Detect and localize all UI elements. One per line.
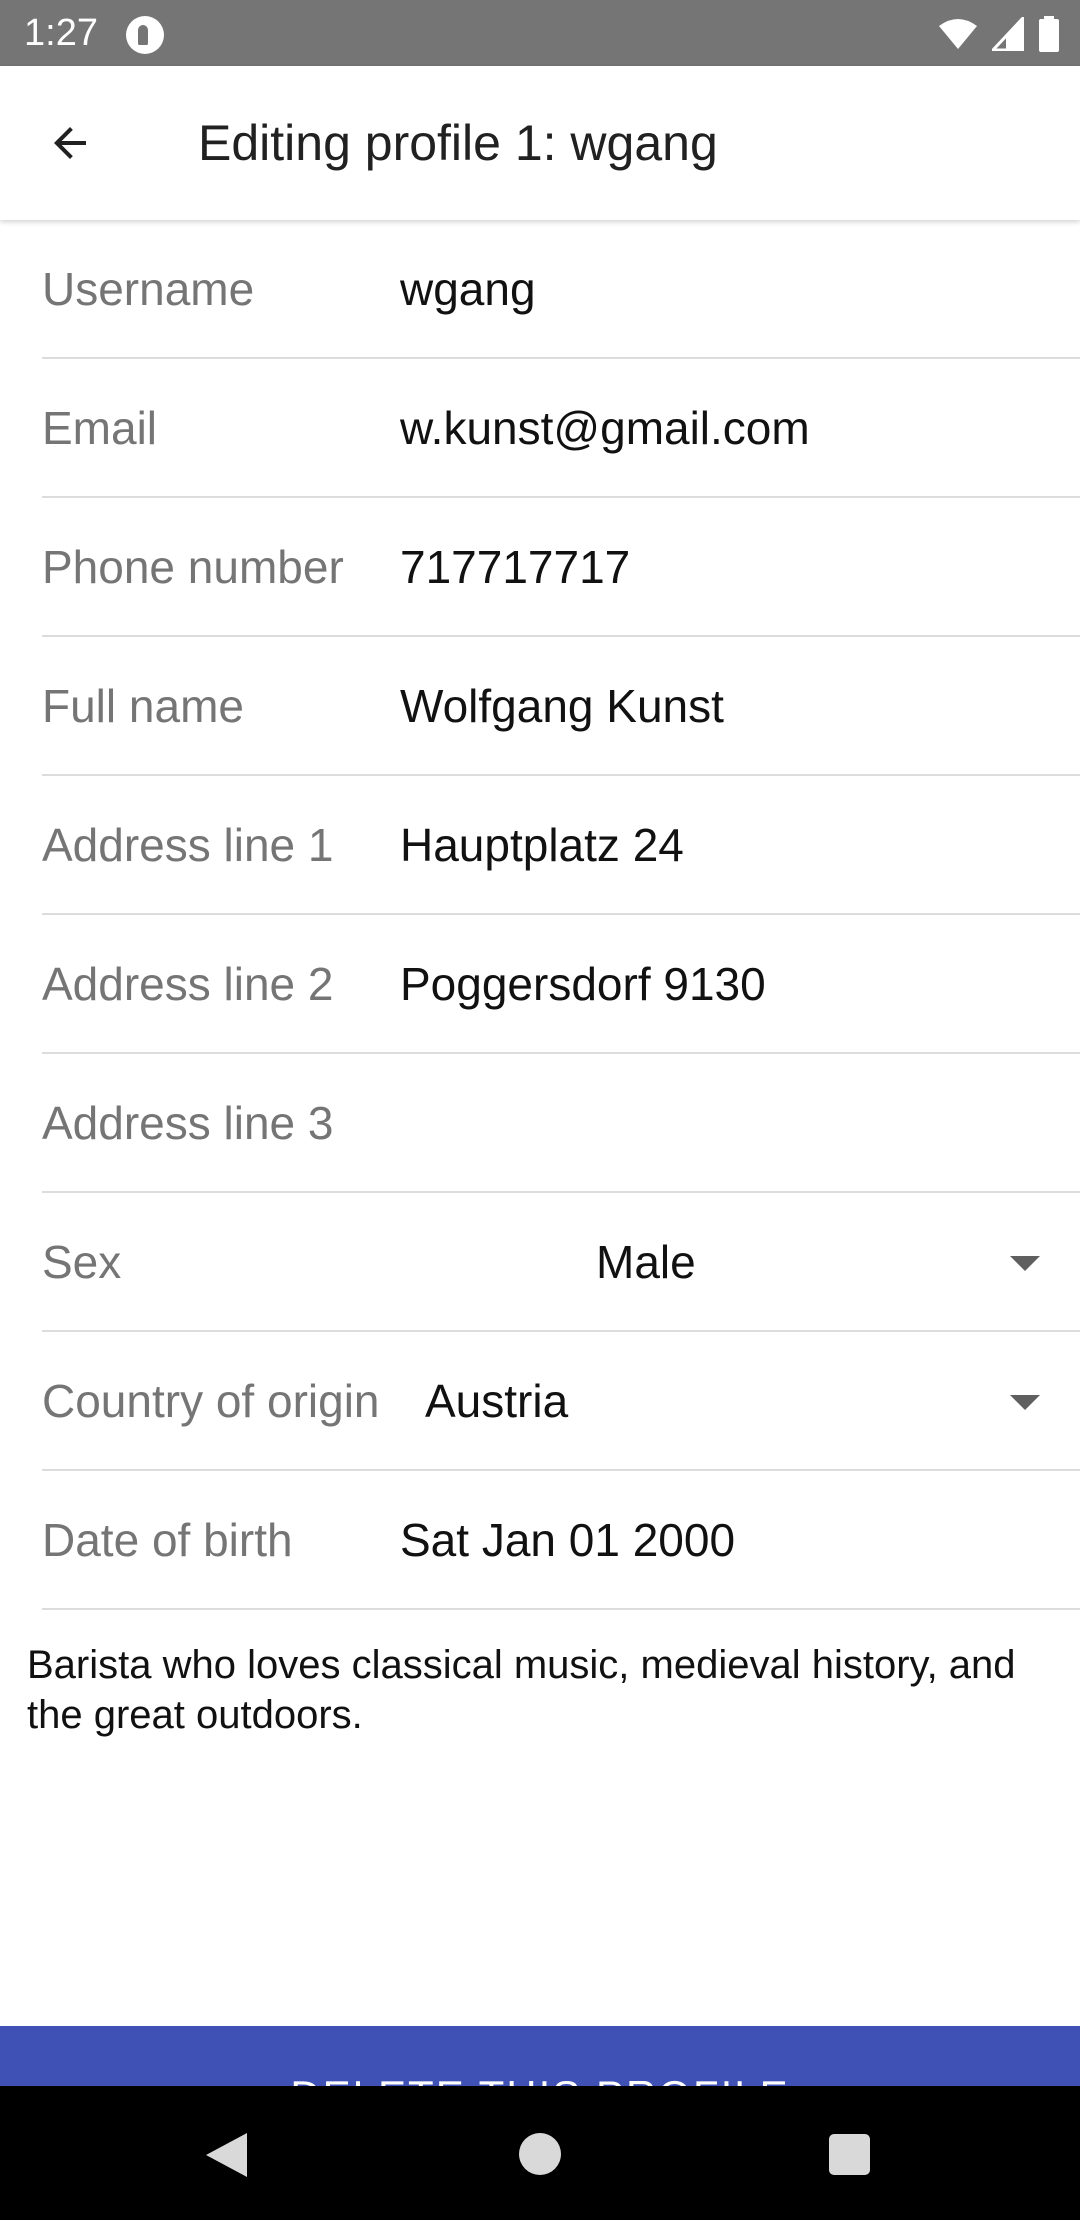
address3-row: Address line 3	[0, 1054, 1080, 1193]
sex-dropdown[interactable]: Male	[596, 1193, 1060, 1330]
country-label: Country of origin	[42, 1374, 380, 1427]
address3-label: Address line 3	[42, 1096, 334, 1149]
phone-field[interactable]: 717717717	[400, 498, 1060, 635]
battery-icon	[1039, 16, 1059, 52]
page-title: Editing profile 1: wgang	[198, 115, 718, 171]
email-label: Email	[42, 401, 158, 454]
bio-text[interactable]: Barista who loves classical music, medie…	[27, 1640, 1057, 1740]
dropdown-arrow-icon[interactable]	[1010, 1256, 1040, 1271]
app-bar: Editing profile 1: wgang	[0, 66, 1080, 220]
profile-form: Username wgang Email w.kunst@gmail.com P…	[0, 220, 1080, 1610]
country-dropdown[interactable]: Austria	[425, 1332, 1060, 1469]
status-time: 1:27	[24, 12, 98, 54]
sex-row: Sex Male	[0, 1193, 1080, 1332]
email-row: Email w.kunst@gmail.com	[0, 359, 1080, 498]
country-row: Country of origin Austria	[0, 1332, 1080, 1471]
phone-row: Phone number 717717717	[0, 498, 1080, 637]
navigation-bar	[0, 2086, 1080, 2220]
username-field[interactable]: wgang	[400, 220, 1060, 357]
arrow-back-icon	[54, 127, 86, 159]
username-row: Username wgang	[0, 220, 1080, 359]
email-field[interactable]: w.kunst@gmail.com	[400, 359, 1060, 496]
address2-label: Address line 2	[42, 957, 334, 1010]
full-name-row: Full name Wolfgang Kunst	[0, 637, 1080, 776]
username-label: Username	[42, 262, 255, 315]
app-notification-icon	[126, 16, 164, 54]
nav-back-icon[interactable]	[204, 2132, 248, 2178]
address3-field[interactable]	[400, 1054, 1060, 1191]
address1-field[interactable]: Hauptplatz 24	[400, 776, 1060, 913]
nav-home-icon[interactable]	[519, 2133, 561, 2175]
dob-row: Date of birth Sat Jan 01 2000	[0, 1471, 1080, 1610]
nav-recents-icon[interactable]	[829, 2134, 870, 2175]
address2-field[interactable]: Poggersdorf 9130	[400, 915, 1060, 1052]
full-name-field[interactable]: Wolfgang Kunst	[400, 637, 1060, 774]
dropdown-arrow-icon[interactable]	[1010, 1395, 1040, 1410]
wifi-icon	[939, 19, 977, 49]
status-icons	[938, 12, 1060, 56]
status-bar: 1:27	[0, 0, 1080, 66]
dob-label: Date of birth	[42, 1513, 293, 1566]
address2-row: Address line 2 Poggersdorf 9130	[0, 915, 1080, 1054]
address1-row: Address line 1 Hauptplatz 24	[0, 776, 1080, 915]
sex-label: Sex	[42, 1235, 122, 1288]
back-button[interactable]	[30, 103, 110, 183]
address1-label: Address line 1	[42, 818, 334, 871]
phone-label: Phone number	[42, 540, 344, 593]
dob-field[interactable]: Sat Jan 01 2000	[400, 1471, 1060, 1608]
full-name-label: Full name	[42, 679, 244, 732]
cell-signal-icon	[992, 17, 1024, 51]
